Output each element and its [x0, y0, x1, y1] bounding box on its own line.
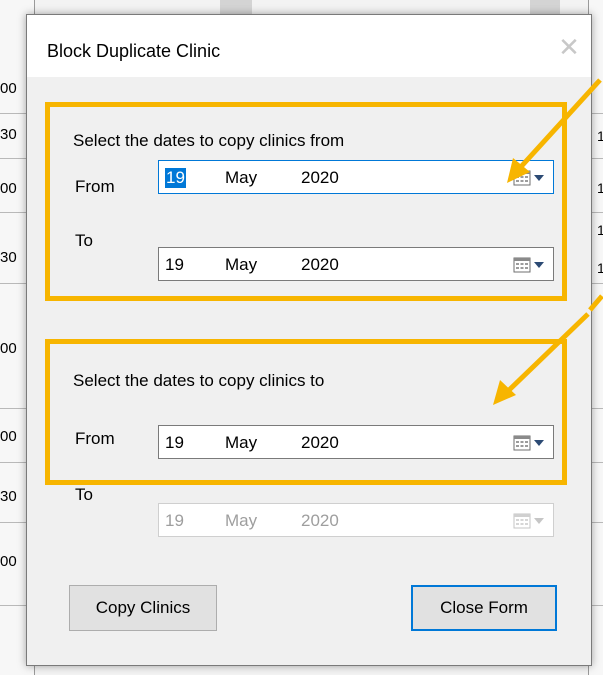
annotation-arrows: [493, 78, 603, 405]
annotation-arrow: [493, 312, 590, 405]
annotation-arrow: [588, 294, 603, 312]
annotation-arrow: [507, 78, 602, 183]
